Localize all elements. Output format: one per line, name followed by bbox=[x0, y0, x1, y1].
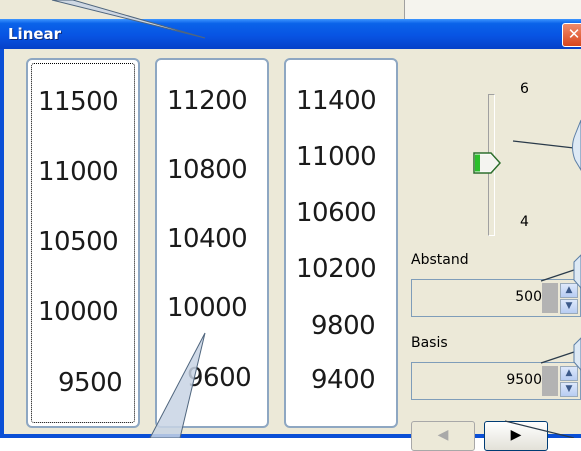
callout-title-pointer bbox=[52, 0, 205, 38]
callout-abstand-line bbox=[541, 270, 574, 281]
callout-overlay bbox=[0, 0, 581, 438]
callout-slider-line bbox=[513, 141, 574, 148]
callout-bubble-slider bbox=[573, 120, 581, 170]
callout-basis-line bbox=[541, 352, 574, 363]
callout-bubble-basis bbox=[574, 338, 581, 370]
callout-bubble-abstand bbox=[574, 255, 581, 288]
callout-column-pointer bbox=[150, 333, 205, 438]
callout-nav-line bbox=[505, 421, 574, 438]
